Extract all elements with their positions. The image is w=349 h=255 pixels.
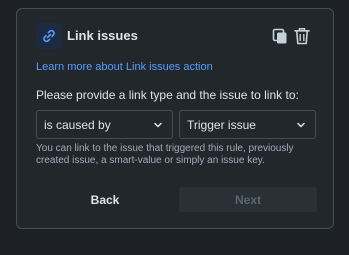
prompt-text: Please provide a link type and the issue… — [36, 88, 299, 102]
issue-select[interactable]: Trigger issue — [179, 110, 316, 139]
chevron-down-icon — [297, 122, 305, 128]
back-button[interactable]: Back — [36, 187, 174, 212]
link-type-value: is caused by — [44, 117, 111, 132]
learn-more-link[interactable]: Learn more about Link issues action — [36, 61, 213, 73]
trash-icon — [294, 28, 310, 45]
next-button[interactable]: Next — [179, 187, 317, 212]
copy-button[interactable] — [269, 25, 291, 47]
delete-button[interactable] — [291, 25, 313, 47]
link-icon — [36, 23, 62, 49]
help-text: You can link to the issue that triggered… — [36, 143, 294, 166]
card-header: Link issues — [36, 23, 313, 49]
link-type-select[interactable]: is caused by — [36, 110, 173, 139]
link-issues-card: Link issues Learn more about Link issues… — [16, 8, 334, 229]
card-title: Link issues — [67, 28, 138, 43]
chevron-down-icon — [154, 122, 162, 128]
copy-icon — [272, 28, 287, 44]
issue-value: Trigger issue — [187, 117, 256, 132]
